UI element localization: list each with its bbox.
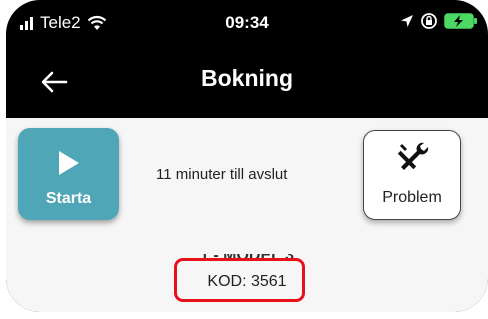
code-highlight-box — [174, 258, 305, 302]
problem-button-label: Problem — [382, 189, 442, 206]
battery-charging-icon — [444, 13, 477, 29]
problem-button[interactable]: Problem — [363, 130, 461, 220]
tools-icon — [397, 142, 429, 170]
app-bar: Bokning — [6, 46, 488, 118]
status-bar: Tele2 09:34 — [6, 0, 488, 46]
start-button[interactable]: Starta — [18, 128, 119, 220]
start-button-label: Starta — [45, 190, 92, 207]
page-title: Bokning — [201, 65, 293, 91]
play-icon — [59, 151, 79, 175]
status-right — [400, 12, 478, 30]
time-remaining-text: 11 minuter till avslut — [156, 166, 288, 183]
location-arrow-icon — [401, 15, 413, 27]
rotation-lock-icon — [421, 13, 437, 29]
